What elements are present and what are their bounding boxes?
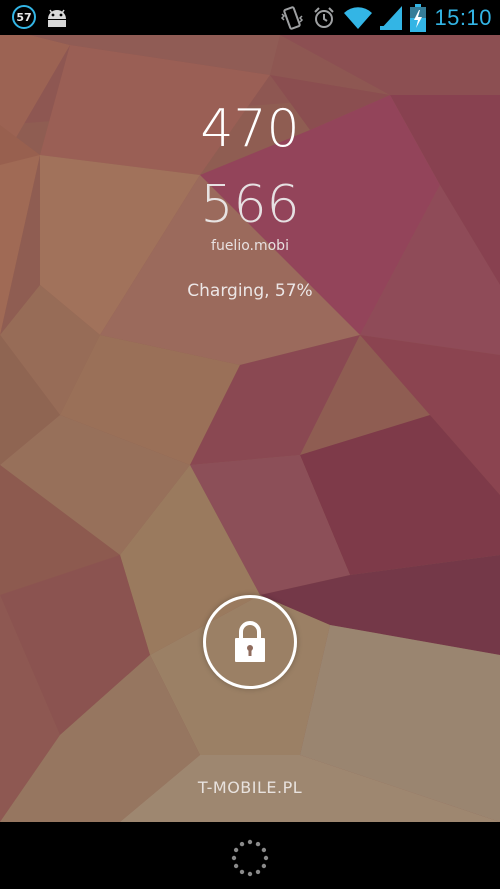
lockscreen-line-2: 566 [200, 175, 300, 235]
notification-count-icon[interactable]: 57 [12, 5, 36, 29]
notification-count: 57 [16, 10, 32, 24]
carrier-label: T-MOBILE.PL [197, 778, 303, 797]
alarm-clock-icon [314, 6, 335, 28]
android-robot-icon [48, 9, 66, 27]
status-left: 57 [12, 5, 70, 29]
vibrate-icon [281, 5, 304, 30]
lockscreen[interactable]: 470 566 fuelio.mobi Charging, 57% T-MOBI… [0, 35, 500, 822]
lockscreen-line-1: 470 [200, 99, 300, 159]
charging-status: Charging, 57% [187, 281, 313, 301]
status-right: 15:10 [280, 0, 492, 35]
lock-icon [235, 621, 265, 662]
owner-info: fuelio.mobi [211, 238, 289, 254]
lockscreen-content: 470 566 fuelio.mobi Charging, 57% T-MOBI… [0, 35, 500, 822]
status-clock: 15:10 [434, 4, 492, 30]
loading-spinner-icon [231, 839, 269, 877]
signal-icon [380, 5, 403, 30]
unlock-button[interactable] [203, 595, 297, 689]
status-bar: 57 15:10 [0, 0, 500, 35]
navigation-bar [0, 822, 500, 889]
battery-charging-icon [410, 3, 427, 32]
wifi-icon [344, 6, 373, 29]
